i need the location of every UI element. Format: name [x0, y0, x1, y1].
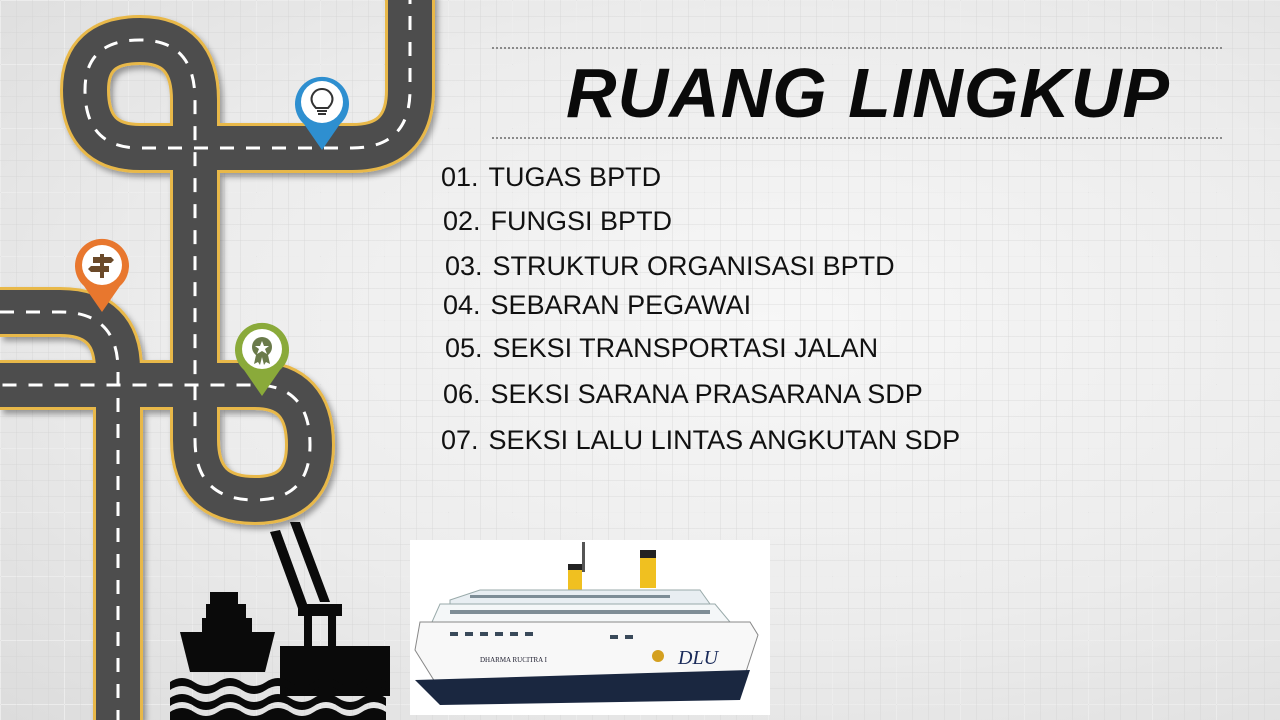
- slide-title: RUANG LINGKUP: [566, 54, 1171, 132]
- list-item-label: SEKSI SARANA PRASARANA SDP: [490, 379, 923, 409]
- port-silhouette-icon: [170, 522, 390, 720]
- award-pin: [235, 322, 289, 396]
- signpost-pin: [75, 238, 129, 312]
- ship-emblem-icon: [652, 650, 664, 662]
- list-item-sarana[interactable]: 06. SEKSI SARANA PRASARANA SDP: [443, 379, 923, 410]
- list-item-number: 06.: [443, 379, 481, 409]
- list-item-lalu-lintas[interactable]: 07. SEKSI LALU LINTAS ANGKUTAN SDP: [441, 425, 960, 456]
- list-item-label: SEBARAN PEGAWAI: [490, 290, 752, 320]
- lightbulb-pin: [295, 76, 349, 150]
- list-item-number: 04.: [443, 290, 481, 320]
- list-item-number: 02.: [443, 206, 481, 236]
- list-item-transportasi[interactable]: 05. SEKSI TRANSPORTASI JALAN: [445, 333, 878, 364]
- list-item-number: 07.: [441, 425, 479, 455]
- list-item-tugas[interactable]: 01. TUGAS BPTD: [441, 162, 661, 193]
- ship-side-text: DHARMA RUCITRA I: [480, 656, 548, 664]
- list-item-number: 01.: [441, 162, 479, 192]
- bottom-dotted-divider: [492, 137, 1222, 139]
- list-item-number: 05.: [445, 333, 483, 363]
- list-item-label: FUNGSI BPTD: [490, 206, 673, 236]
- list-item-sebaran[interactable]: 04. SEBARAN PEGAWAI: [443, 290, 751, 321]
- list-item-fungsi[interactable]: 02. FUNGSI BPTD: [443, 206, 672, 237]
- ship-name-text: DLU: [677, 647, 720, 669]
- list-item-label: SEKSI LALU LINTAS ANGKUTAN SDP: [488, 425, 961, 455]
- list-item-label: STRUKTUR ORGANISASI BPTD: [492, 251, 895, 281]
- ferry-ship-image: DHARMA RUCITRA I DLU: [410, 540, 770, 715]
- list-item-label: TUGAS BPTD: [488, 162, 662, 192]
- list-item-struktur[interactable]: 03. STRUKTUR ORGANISASI BPTD: [445, 251, 895, 282]
- top-dotted-divider: [492, 47, 1222, 49]
- list-item-number: 03.: [445, 251, 483, 281]
- list-item-label: SEKSI TRANSPORTASI JALAN: [492, 333, 879, 363]
